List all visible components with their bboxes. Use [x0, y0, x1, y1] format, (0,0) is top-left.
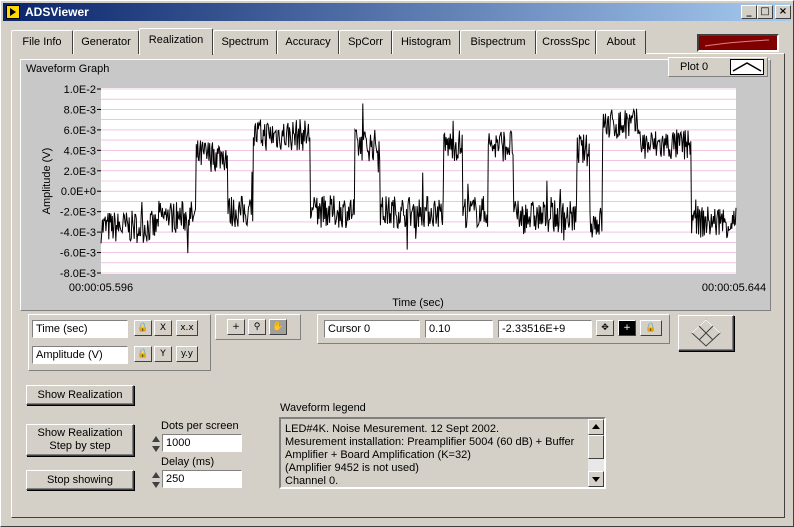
x-tick-label-end: 00:00:05.644 — [702, 282, 766, 294]
dots-per-screen-label: Dots per screen — [161, 420, 239, 432]
dots-per-screen-field[interactable]: 1000 — [162, 434, 242, 452]
legend-line: (Amplifier 9452 is not used) — [285, 462, 419, 474]
main-window: ADSViewer _ □ × File Info Generator Real… — [0, 0, 794, 527]
x-autoscale-icon[interactable]: X — [154, 320, 172, 336]
x-axis-name-field[interactable]: Time (sec) — [32, 320, 128, 338]
cursor-name-field[interactable]: Cursor 0 — [324, 320, 420, 338]
y-tick-label: 2.0E-3 — [64, 166, 96, 178]
waveform-legend-label: Waveform legend — [280, 402, 366, 414]
y-tick-label: 0.0E+0 — [61, 186, 96, 198]
y-tick-label: -6.0E-3 — [60, 248, 96, 260]
cursor-nav-button[interactable] — [678, 315, 734, 351]
y-tick-label: 4.0E-3 — [64, 145, 96, 157]
x-format-icon[interactable]: x.x — [176, 320, 198, 336]
y-lock-icon[interactable]: 🔒 — [134, 346, 152, 362]
y-axis-label: Amplitude (V) — [41, 148, 53, 215]
delay-spinner[interactable] — [151, 470, 161, 490]
cursor-move-icon[interactable]: ✥ — [596, 320, 614, 336]
zoom-tool-icon[interactable]: ⚲ — [248, 319, 266, 335]
show-realization-button[interactable]: Show Realization — [26, 385, 134, 405]
y-tick-label: -8.0E-3 — [60, 268, 96, 280]
y-autoscale-icon[interactable]: Y — [154, 346, 172, 362]
delay-label: Delay (ms) — [161, 456, 215, 468]
cursor-y-field[interactable]: -2.33516E+9 — [498, 320, 592, 338]
y-tick-label: -2.0E-3 — [60, 207, 96, 219]
legend-scrollbar[interactable] — [588, 419, 604, 487]
tab-realization[interactable]: Realization — [139, 28, 213, 55]
step-button-line2: Step by step — [49, 440, 111, 452]
crosshair-tool-icon[interactable]: + — [227, 319, 245, 335]
legend-line: Mesurement installation: Preamplifier 50… — [285, 436, 575, 448]
x-axis-label: Time (sec) — [392, 297, 444, 309]
stop-showing-button[interactable]: Stop showing — [26, 470, 134, 490]
legend-line: Amplifier + Board Amplification (K=32) — [285, 449, 471, 461]
delay-field[interactable]: 250 — [162, 470, 242, 488]
scroll-thumb[interactable] — [588, 435, 604, 459]
y-tick-label: 6.0E-3 — [64, 125, 96, 137]
show-step-by-step-button[interactable]: Show Realization Step by step — [26, 424, 134, 456]
scroll-up-icon[interactable] — [588, 419, 604, 435]
x-lock-icon[interactable]: 🔒 — [134, 320, 152, 336]
dots-per-screen-spinner[interactable] — [151, 434, 161, 454]
y-tick-label: 1.0E-2 — [64, 84, 96, 96]
step-button-line1: Show Realization — [37, 427, 123, 439]
waveform-legend-text[interactable]: LED#4K. Noise Mesurement. 12 Sept 2002. … — [279, 417, 606, 489]
x-tick-label-start: 00:00:05.596 — [69, 282, 133, 294]
diamond-nav-icon — [691, 319, 721, 347]
cursor-style-icon[interactable]: + — [618, 320, 636, 336]
cursor-x-field[interactable]: 0.10 — [425, 320, 493, 338]
waveform-chart[interactable]: 1.0E-2 8.0E-3 6.0E-3 4.0E-3 2.0E-3 0.0E+0 -2.0… — [1, 1, 794, 311]
y-tick-label: 8.0E-3 — [64, 104, 96, 116]
y-tick-label: -4.0E-3 — [60, 227, 96, 239]
cursor-lock-icon[interactable]: 🔒 — [640, 320, 662, 336]
legend-line: LED#4K. Noise Mesurement. 12 Sept 2002. — [285, 423, 500, 435]
pan-hand-icon[interactable]: ✋ — [269, 319, 287, 335]
scroll-down-icon[interactable] — [588, 471, 604, 487]
legend-line: Channel 0. — [285, 475, 339, 487]
y-format-icon[interactable]: y.y — [176, 346, 198, 362]
y-axis-name-field[interactable]: Amplitude (V) — [32, 346, 128, 364]
